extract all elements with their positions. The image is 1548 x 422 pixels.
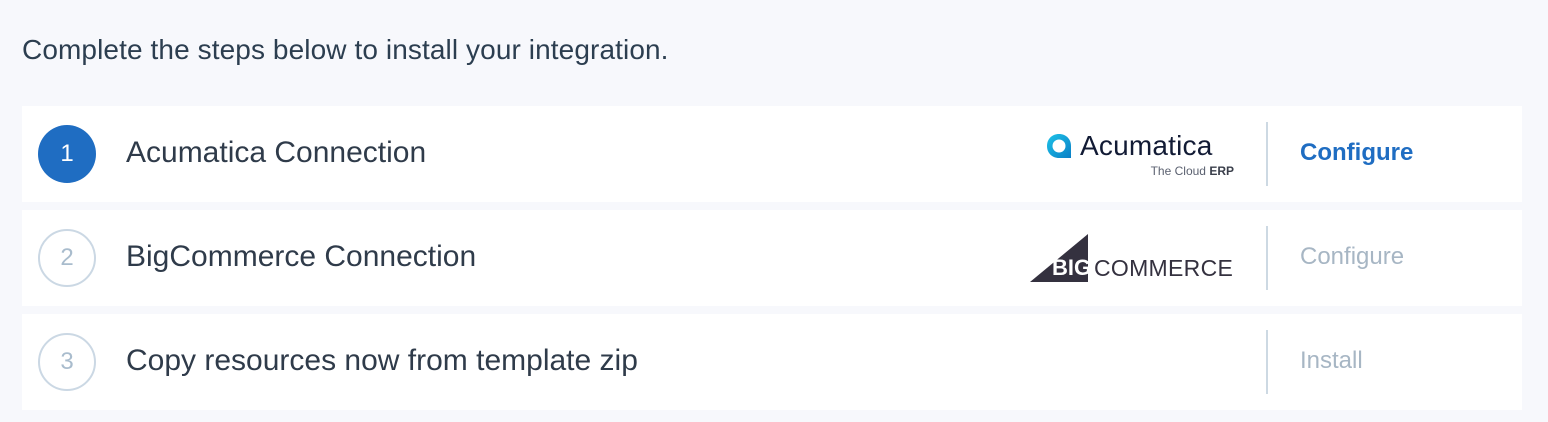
acumatica-logo: Acumatica The Cloud ERP <box>1044 130 1234 180</box>
configure-acumatica-button[interactable]: Configure <box>1300 139 1413 167</box>
step-title: Copy resources now from template zip <box>126 344 638 377</box>
acumatica-tagline: The Cloud ERP <box>1150 164 1234 178</box>
divider <box>1266 226 1268 290</box>
step-acumatica-connection: 1 Acumatica Connection Acumatica The Clo… <box>22 106 1522 202</box>
configure-bigcommerce-button[interactable]: Configure <box>1300 243 1404 271</box>
step-title: BigCommerce Connection <box>126 240 477 273</box>
bigcommerce-wordmark-big: BIG <box>1052 255 1092 280</box>
step-number-badge: 1 <box>38 125 96 183</box>
divider <box>1266 122 1268 186</box>
acumatica-logo-icon <box>1047 134 1071 158</box>
step-copy-resources: 3 Copy resources now from template zip I… <box>22 314 1522 410</box>
step-number-badge: 2 <box>38 229 96 287</box>
divider <box>1266 330 1268 394</box>
intro-text: Complete the steps below to install your… <box>22 34 669 65</box>
bigcommerce-wordmark-commerce: COMMERCE <box>1094 255 1234 281</box>
step-title: Acumatica Connection <box>126 136 427 169</box>
bigcommerce-logo: BIG COMMERCE <box>1030 234 1236 282</box>
install-button[interactable]: Install <box>1300 347 1363 375</box>
step-number-badge: 3 <box>38 333 96 391</box>
step-bigcommerce-connection: 2 BigCommerce Connection BIG COMMERCE Co… <box>22 210 1522 306</box>
acumatica-wordmark: Acumatica <box>1080 130 1213 161</box>
